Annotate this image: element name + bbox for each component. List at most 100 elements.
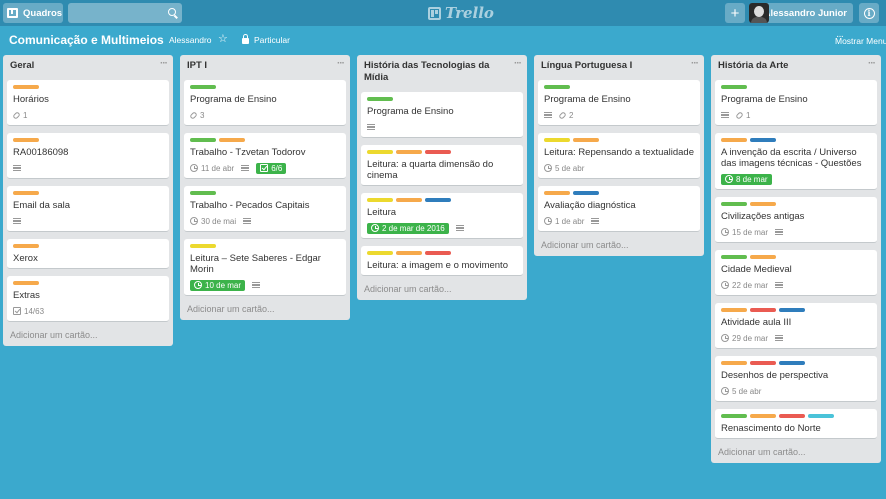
card[interactable]: Leitura 2 de mar de 2016	[361, 193, 523, 239]
star-icon[interactable]: ☆	[218, 32, 228, 45]
label-orange[interactable]	[396, 150, 422, 154]
card[interactable]: Programa de Ensino 1	[715, 80, 877, 126]
label-yellow[interactable]	[367, 150, 393, 154]
list-title[interactable]: Língua Portuguesa I ···	[534, 55, 704, 72]
label-yellow[interactable]	[190, 244, 216, 248]
label-orange[interactable]	[13, 191, 39, 195]
label-blue[interactable]	[750, 138, 776, 142]
due-date-badge[interactable]: 29 de mar	[721, 334, 768, 343]
label-orange[interactable]	[721, 361, 747, 365]
add-card-link[interactable]: Adicionar um cartão...	[534, 239, 704, 256]
label-orange[interactable]	[13, 281, 39, 285]
due-date-badge[interactable]: 30 de mai	[190, 217, 236, 226]
label-orange[interactable]	[396, 198, 422, 202]
card[interactable]: Email da sala	[7, 186, 169, 232]
label-red[interactable]	[425, 251, 451, 255]
label-green[interactable]	[721, 414, 747, 418]
label-green[interactable]	[190, 191, 216, 195]
card[interactable]: Xerox	[7, 239, 169, 269]
info-button[interactable]: i	[859, 3, 879, 23]
list-title[interactable]: IPT I ···	[180, 55, 350, 72]
card[interactable]: Avaliação diagnóstica 1 de abr	[538, 186, 700, 232]
due-date-badge[interactable]: 22 de mar	[721, 281, 768, 290]
list-title[interactable]: Geral ···	[3, 55, 173, 72]
label-orange[interactable]	[750, 255, 776, 259]
card[interactable]: Leitura: Repensando a textualidade 5 de a…	[538, 133, 700, 179]
add-card-link[interactable]: Adicionar um cartão...	[357, 283, 527, 300]
label-red[interactable]	[750, 361, 776, 365]
board-owner[interactable]: Alessandro	[169, 35, 212, 45]
label-orange[interactable]	[13, 85, 39, 89]
card[interactable]: Desenhos de perspectiva 5 de abr	[715, 356, 877, 402]
list-menu-icon[interactable]: ···	[160, 58, 168, 70]
list-menu-icon[interactable]: ···	[337, 58, 345, 70]
label-orange[interactable]	[219, 138, 245, 142]
due-date-badge[interactable]: 10 de mar	[190, 279, 246, 291]
label-green[interactable]	[721, 85, 747, 89]
trello-logo[interactable]: Trello	[428, 3, 494, 23]
label-orange[interactable]	[13, 244, 39, 248]
label-green[interactable]	[367, 97, 393, 101]
list-menu-icon[interactable]: ···	[868, 58, 876, 70]
label-yellow[interactable]	[367, 251, 393, 255]
list-title[interactable]: História das Tecnologias da Mídia ···	[357, 55, 527, 84]
card[interactable]: Trabalho - Pecados Capitais 30 de mai	[184, 186, 346, 232]
label-blue[interactable]	[425, 198, 451, 202]
show-menu-link[interactable]: Mostrar Menu	[835, 36, 886, 46]
label-orange[interactable]	[750, 202, 776, 206]
card[interactable]: RA00186098	[7, 133, 169, 179]
label-blue[interactable]	[779, 361, 805, 365]
label-yellow[interactable]	[544, 138, 570, 142]
card[interactable]: Trabalho - Tzvetan Todorov 11 de abr 6/6	[184, 133, 346, 179]
list-title[interactable]: História da Arte ···	[711, 55, 881, 72]
label-red[interactable]	[750, 308, 776, 312]
boards-button[interactable]: Quadros	[3, 3, 63, 23]
due-date-badge[interactable]: 11 de abr	[190, 164, 234, 173]
board-title[interactable]: Comunicação e Multimeios	[9, 33, 164, 47]
label-orange[interactable]	[721, 308, 747, 312]
label-green[interactable]	[721, 202, 747, 206]
card[interactable]: Extras 14/63	[7, 276, 169, 322]
due-date-badge[interactable]: 15 de mar	[721, 228, 768, 237]
due-date-badge[interactable]: 8 de mar	[721, 173, 772, 185]
due-date-badge[interactable]: 5 de abr	[544, 164, 584, 173]
label-green[interactable]	[190, 138, 216, 142]
label-blue[interactable]	[779, 308, 805, 312]
label-orange[interactable]	[573, 138, 599, 142]
card[interactable]: Leitura: a quarta dimensão do cinema	[361, 145, 523, 186]
list-menu-icon[interactable]: ···	[514, 58, 522, 70]
label-yellow[interactable]	[367, 198, 393, 202]
search-icon[interactable]	[168, 8, 176, 16]
card[interactable]: Leitura: a imagem e o movimento	[361, 246, 523, 276]
label-orange[interactable]	[721, 138, 747, 142]
card[interactable]: Leitura – Sete Saberes - Edgar Morin 10 d…	[184, 239, 346, 296]
label-green[interactable]	[544, 85, 570, 89]
card[interactable]: Programa de Ensino	[361, 92, 523, 138]
label-orange[interactable]	[750, 414, 776, 418]
card[interactable]: Programa de Ensino 3	[184, 80, 346, 126]
label-red[interactable]	[779, 414, 805, 418]
due-date-badge[interactable]: 5 de abr	[721, 387, 761, 396]
visibility-button[interactable]: Particular	[242, 34, 290, 45]
label-green[interactable]	[190, 85, 216, 89]
label-orange[interactable]	[544, 191, 570, 195]
label-blue[interactable]	[573, 191, 599, 195]
add-card-link[interactable]: Adicionar um cartão...	[711, 446, 881, 463]
label-orange[interactable]	[13, 138, 39, 142]
card[interactable]: Programa de Ensino 2	[538, 80, 700, 126]
card[interactable]: Renascimento do Norte	[715, 409, 877, 439]
user-menu-button[interactable]: Alessandro Junior	[749, 3, 853, 23]
card[interactable]: A invenção da escrita / Universo das ima…	[715, 133, 877, 190]
list-menu-icon[interactable]: ···	[691, 58, 699, 70]
add-button[interactable]: +	[725, 3, 745, 23]
search-input[interactable]	[68, 3, 182, 23]
label-teal[interactable]	[808, 414, 834, 418]
add-card-link[interactable]: Adicionar um cartão...	[3, 329, 173, 346]
due-date-badge[interactable]: 1 de abr	[544, 217, 584, 226]
card[interactable]: Horários 1	[7, 80, 169, 126]
card[interactable]: Atividade aula III 29 de mar	[715, 303, 877, 349]
due-date-badge[interactable]: 2 de mar de 2016	[367, 222, 449, 234]
label-red[interactable]	[425, 150, 451, 154]
card[interactable]: Cidade Medieval 22 de mar	[715, 250, 877, 296]
card[interactable]: Civilizações antigas 15 de mar	[715, 197, 877, 243]
